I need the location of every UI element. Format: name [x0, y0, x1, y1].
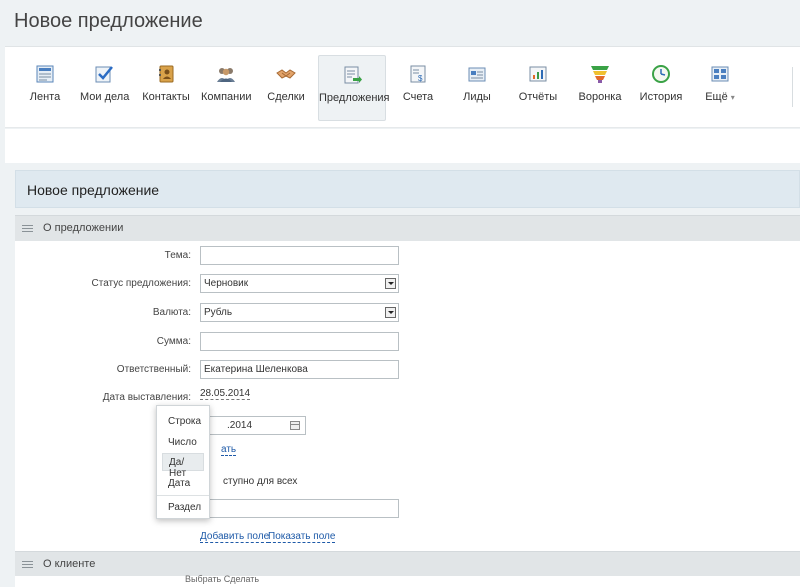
responsible-input[interactable]: Екатерина Шеленкова: [200, 360, 399, 379]
toolbar-item-contacts[interactable]: Контакты: [141, 55, 191, 121]
available-for-all-text: ступно для всех: [223, 476, 298, 487]
section-title: О клиенте: [43, 558, 96, 570]
menu-item-date[interactable]: Дата: [162, 475, 204, 493]
show-field-link[interactable]: Показать поле: [268, 531, 336, 543]
menu-divider: [157, 495, 209, 496]
status-select-value: Черновик: [204, 278, 249, 289]
toolbar-divider: [792, 67, 793, 107]
due-date-value: .2014: [227, 420, 253, 431]
dropdown-arrow-icon[interactable]: [385, 278, 396, 289]
toolbar-label: История: [639, 91, 683, 103]
section-title: О предложении: [43, 222, 124, 234]
toolbar-label: Сделки: [267, 91, 305, 103]
sum-input[interactable]: [200, 332, 399, 351]
spacer-strip: [5, 129, 800, 163]
form-body: Тема: Статус предложения: Черновик Валют…: [15, 241, 800, 551]
toolbar-label: Контакты: [142, 91, 190, 103]
drag-handle-icon[interactable]: [22, 225, 33, 232]
drag-handle-icon[interactable]: [22, 561, 33, 568]
form-header: Новое предложение: [15, 170, 800, 208]
currency-label: Валюта:: [152, 307, 191, 318]
form-title: Новое предложение: [27, 182, 160, 198]
client-peek-text: Выбрать Сделать: [185, 574, 260, 584]
toolbar-label-text: Ещё: [705, 91, 728, 103]
chevron-down-icon: ▾: [730, 93, 735, 102]
responsible-label: Ответственный:: [116, 364, 191, 375]
tasks-icon: [95, 66, 113, 83]
toolbar-item-quotes[interactable]: Предложения: [318, 55, 390, 121]
select-link[interactable]: ать: [221, 444, 237, 456]
feed-icon: [36, 65, 54, 83]
menu-item-section[interactable]: Раздел: [162, 499, 204, 517]
toolbar-label: Отчёты: [518, 91, 558, 103]
dropdown-arrow-icon[interactable]: [385, 307, 396, 318]
leads-icon: [468, 67, 486, 82]
status-select[interactable]: Черновик: [200, 274, 399, 293]
toolbar-item-tasks[interactable]: Мои дела: [80, 55, 130, 121]
contacts-icon: [159, 65, 174, 83]
menu-item-boolean[interactable]: Да/Нет: [162, 453, 204, 479]
topic-input[interactable]: [200, 246, 399, 265]
toolbar-label: Компании: [201, 91, 252, 103]
svg-text:$: $: [418, 74, 423, 83]
toolbar-item-deals[interactable]: Сделки: [266, 55, 306, 121]
page-title: Новое предложение: [14, 10, 203, 32]
deals-icon: [276, 69, 296, 79]
companies-icon: [217, 68, 235, 82]
reports-icon: [529, 66, 547, 82]
add-field-link[interactable]: Добавить поле: [200, 531, 270, 543]
due-date-input[interactable]: .2014: [200, 416, 306, 435]
funnel-icon: [591, 66, 609, 83]
toolbar-item-more[interactable]: Ещё ▾: [702, 55, 738, 121]
calendar-icon[interactable]: [290, 421, 300, 430]
quotes-icon: [344, 66, 362, 84]
toolbar-label: Лиды: [463, 91, 491, 103]
sum-label: Сумма:: [156, 336, 191, 347]
topic-label: Тема:: [164, 250, 191, 261]
menu-item-number[interactable]: Число: [162, 434, 204, 452]
toolbar-label: Мои дела: [80, 91, 130, 103]
invoices-icon: $: [410, 65, 426, 83]
menu-item-string[interactable]: Строка: [162, 413, 204, 431]
currency-select[interactable]: Рубль: [200, 303, 399, 322]
status-label: Статус предложения:: [91, 278, 192, 289]
field-type-menu: Строка Число Да/Нет Дата Раздел: [156, 405, 210, 519]
my-field-input[interactable]: [200, 499, 399, 518]
toolbar-item-history[interactable]: История: [639, 55, 683, 121]
client-section-body: Выбрать Сделать: [15, 574, 800, 587]
issue-date-label: Дата выставления:: [102, 392, 191, 403]
toolbar-label: Лента: [29, 91, 61, 103]
toolbar-label: Ещё ▾: [702, 91, 738, 103]
toolbar-label: Воронка: [578, 91, 622, 103]
toolbar-item-invoices[interactable]: $ Счета: [400, 55, 436, 121]
toolbar-item-feed[interactable]: Лента: [26, 55, 64, 121]
toolbar-item-funnel[interactable]: Воронка: [578, 55, 622, 121]
section-header-client[interactable]: О клиенте: [15, 551, 800, 577]
history-icon: [652, 65, 670, 83]
toolbar-label: Предложения: [319, 92, 390, 104]
toolbar-item-companies[interactable]: Компании: [201, 55, 252, 121]
more-icon: [711, 66, 729, 82]
toolbar-item-leads[interactable]: Лиды: [461, 55, 493, 121]
currency-select-value: Рубль: [204, 307, 233, 318]
toolbar-item-reports[interactable]: Отчёты: [518, 55, 558, 121]
toolbar-label: Счета: [402, 91, 434, 103]
crm-toolbar: Лента Мои дела Контакты Компании Сделки …: [5, 46, 800, 128]
section-header-quote[interactable]: О предложении: [15, 215, 800, 241]
issue-date-value[interactable]: 28.05.2014: [200, 388, 251, 400]
